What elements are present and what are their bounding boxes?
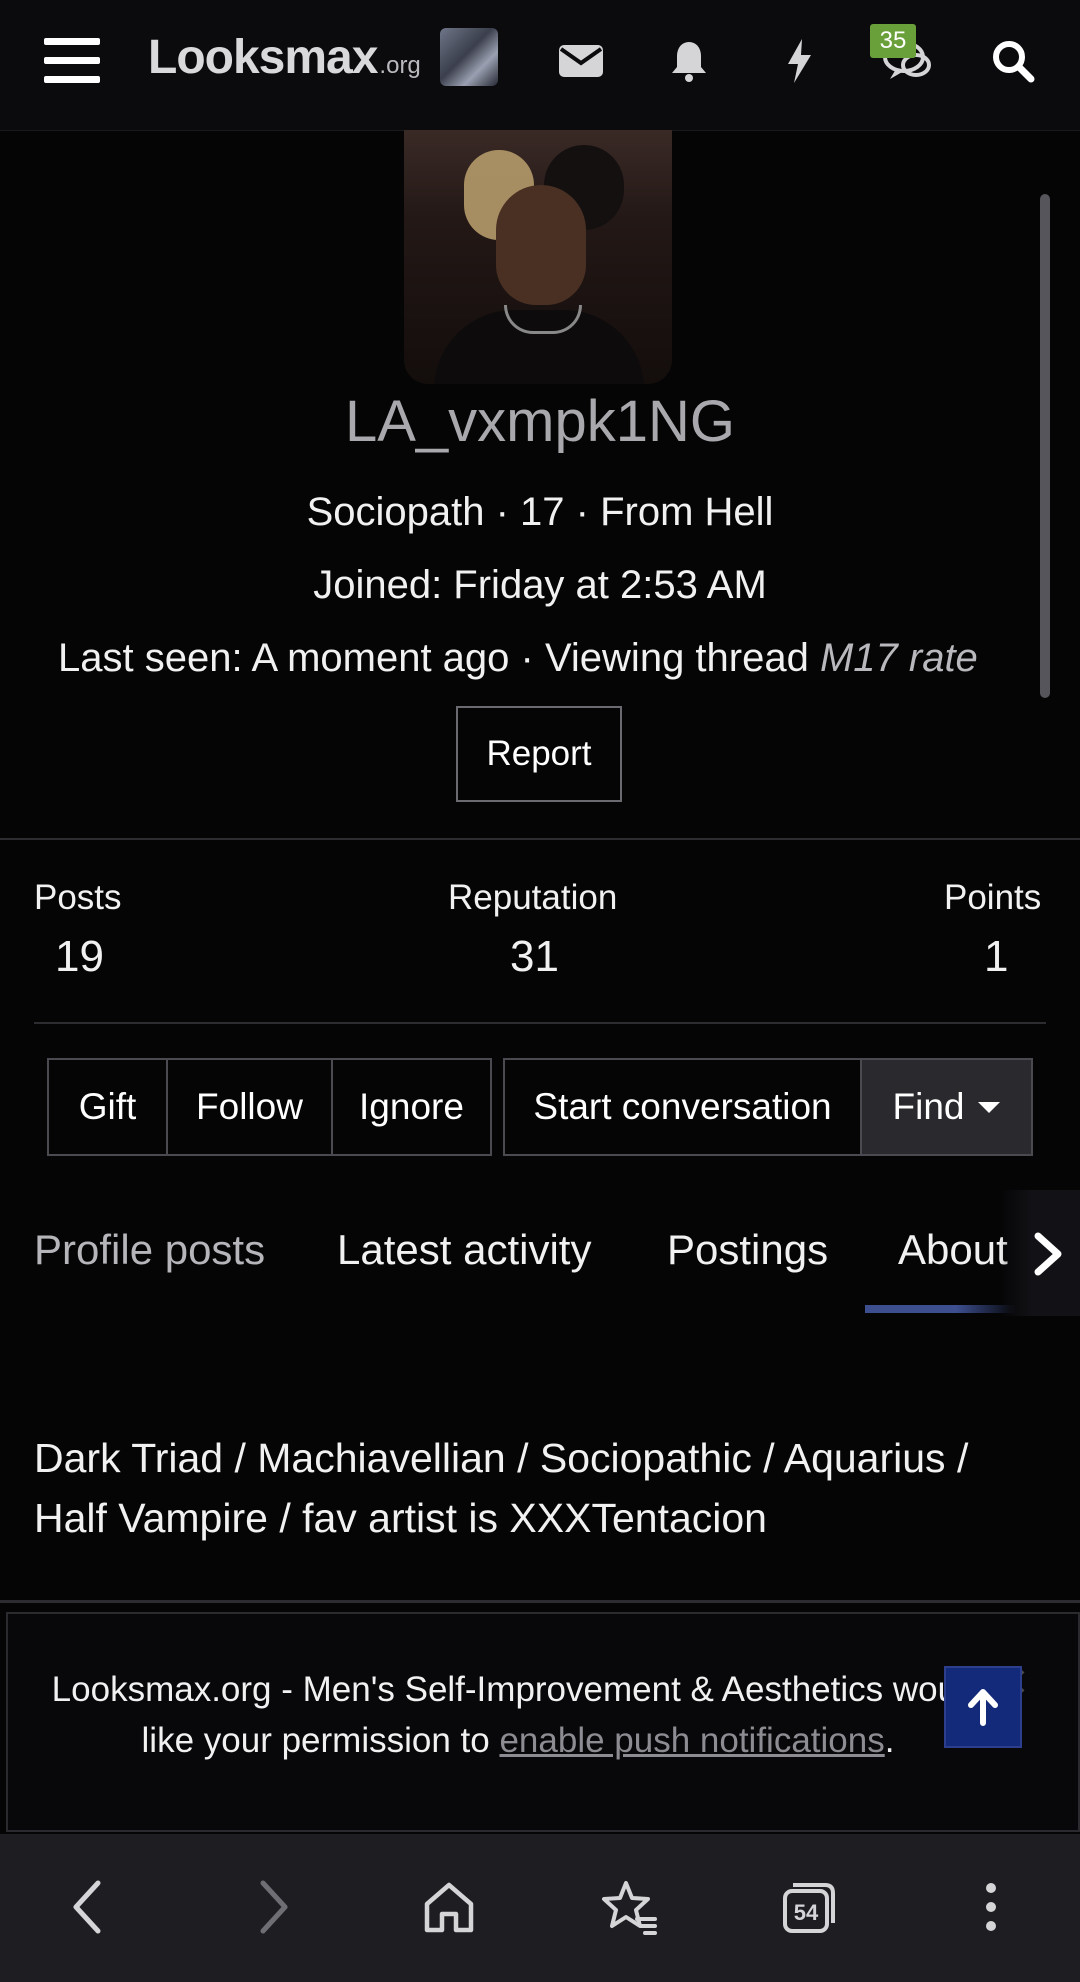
- about-text: Dark Triad / Machiavellian / Sociopathic…: [34, 1435, 969, 1541]
- profile-tabs: Profile posts Latest activity Postings A…: [0, 1190, 1080, 1316]
- caret-down-icon: [978, 1101, 1001, 1113]
- member-actions-group: Gift Follow Ignore: [47, 1058, 492, 1156]
- conversation-actions-group: Start conversation Find: [503, 1058, 1033, 1156]
- points-value[interactable]: 1: [984, 932, 1008, 982]
- arrow-up-icon[interactable]: [944, 1666, 1022, 1748]
- push-notification-banner: Looksmax.org - Men's Self-Improvement & …: [6, 1612, 1080, 1832]
- search-icon[interactable]: [984, 32, 1042, 90]
- profile-joined: Joined: Friday at 2:53 AM: [313, 563, 767, 607]
- find-button[interactable]: Find: [860, 1060, 1031, 1154]
- bell-icon[interactable]: [660, 32, 718, 90]
- points-label: Points: [944, 878, 1042, 917]
- ignore-button[interactable]: Ignore: [331, 1060, 490, 1154]
- tab-latest-activity[interactable]: Latest activity: [337, 1226, 591, 1274]
- chevron-right-icon[interactable]: [1028, 1230, 1068, 1278]
- tabs-icon[interactable]: 54: [776, 1874, 842, 1940]
- reputation-value: 31: [510, 932, 559, 981]
- more-icon[interactable]: [958, 1874, 1024, 1940]
- last-seen-text: Last seen: A moment ago · Viewing thread: [58, 636, 820, 680]
- back-icon[interactable]: [55, 1874, 121, 1940]
- profile-username: LA_vxmpk1NG: [344, 389, 736, 454]
- forward-icon[interactable]: [240, 1874, 306, 1940]
- profile-info: Sociopath · 17 · From Hell: [306, 490, 774, 534]
- bookmark-star-icon[interactable]: [596, 1874, 662, 1940]
- divider: [0, 1600, 1080, 1603]
- follow-button[interactable]: Follow: [166, 1060, 331, 1154]
- tab-about[interactable]: About: [898, 1226, 1008, 1274]
- bolt-icon[interactable]: [770, 32, 828, 90]
- logo-text: Looksmax: [148, 31, 378, 84]
- tab-count: 54: [794, 1900, 819, 1925]
- profile-last-seen: Last seen: A moment ago · Viewing thread…: [58, 636, 1038, 681]
- page-scrollbar[interactable]: [1040, 194, 1050, 698]
- reputation-label: Reputation: [448, 878, 618, 917]
- menu-icon[interactable]: [44, 36, 102, 84]
- tab-profile-posts[interactable]: Profile posts: [34, 1226, 265, 1274]
- alerts-count-badge: 35: [870, 24, 916, 58]
- profile-avatar[interactable]: [404, 130, 672, 384]
- gift-button[interactable]: Gift: [49, 1060, 166, 1154]
- browser-toolbar: 54: [0, 1834, 1080, 1982]
- posts-label: Posts: [34, 878, 122, 917]
- report-button[interactable]: Report: [456, 706, 622, 802]
- home-icon[interactable]: [416, 1874, 482, 1940]
- user-avatar[interactable]: [440, 28, 498, 86]
- mail-icon[interactable]: [552, 32, 610, 90]
- active-tab-indicator: [865, 1305, 1017, 1313]
- site-header: Looksmax .org 35: [0, 0, 1080, 131]
- tab-postings[interactable]: Postings: [667, 1226, 828, 1274]
- divider: [0, 838, 1080, 840]
- posts-value[interactable]: 19: [55, 932, 104, 982]
- enable-push-link[interactable]: enable push notifications: [499, 1721, 884, 1760]
- find-label: Find: [892, 1086, 965, 1127]
- notice-text: Looksmax.org - Men's Self-Improvement & …: [48, 1664, 988, 1766]
- logo-domain: .org: [379, 52, 421, 79]
- notice-period: .: [884, 1721, 895, 1760]
- last-seen-thread-link[interactable]: M17 rate: [820, 636, 978, 680]
- divider: [34, 1022, 1046, 1024]
- start-conversation-button[interactable]: Start conversation: [505, 1060, 860, 1154]
- site-logo[interactable]: Looksmax .org: [148, 30, 421, 90]
